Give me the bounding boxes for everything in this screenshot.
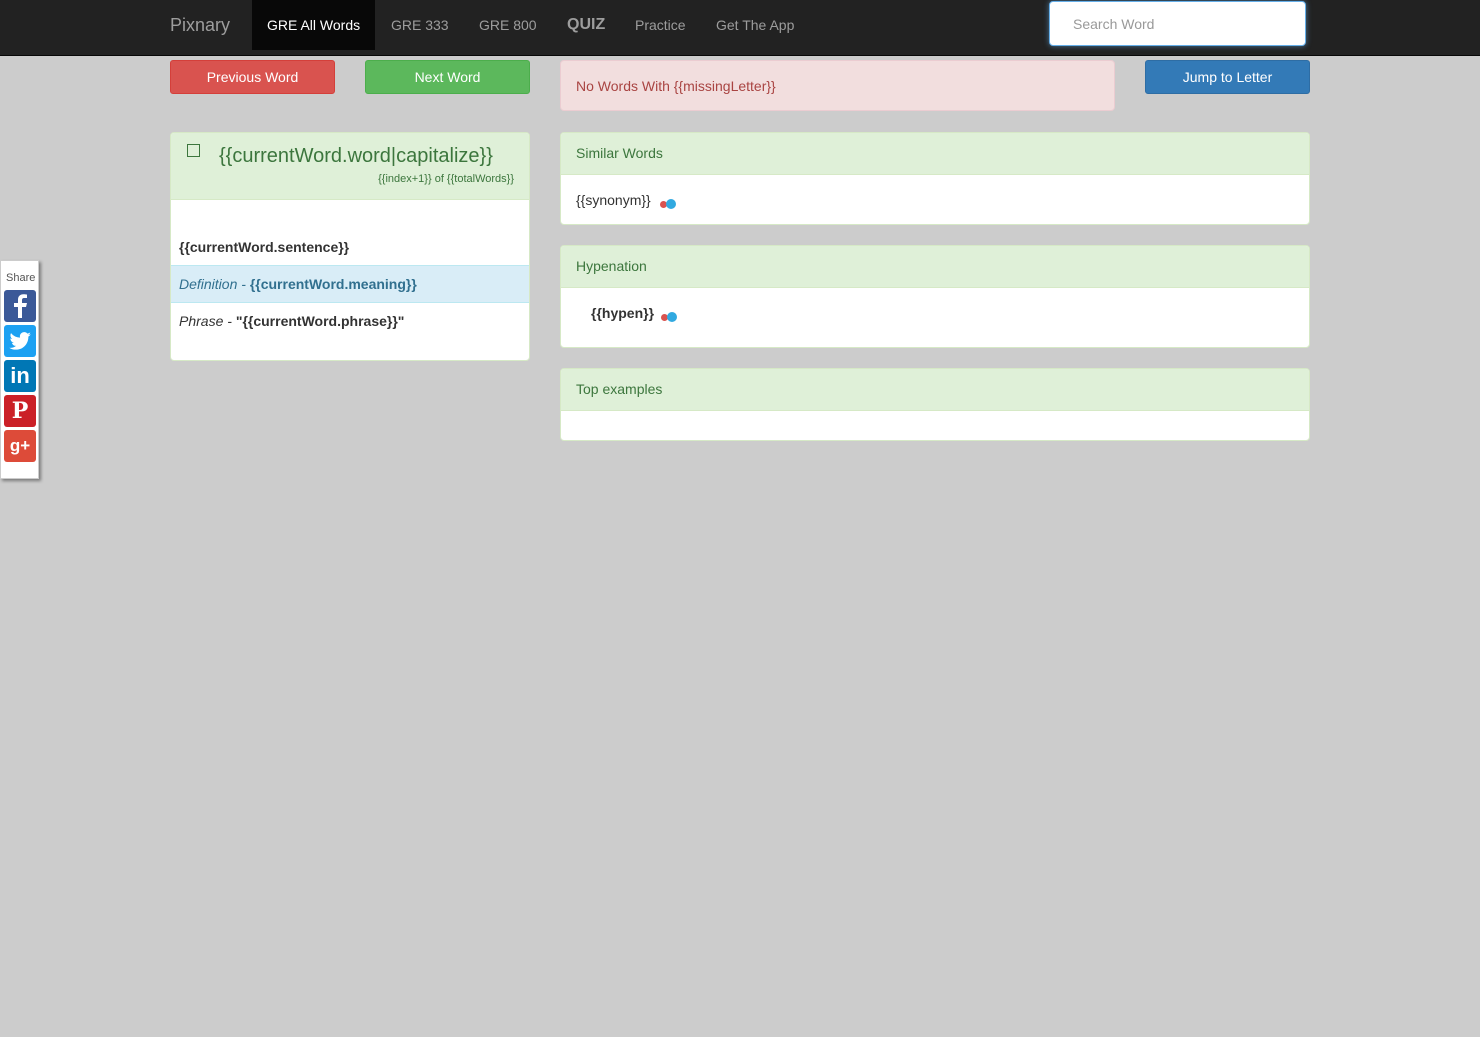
top-examples-body [561,411,1309,441]
word-counter: {{index+1}} of {{totalWords}} [378,173,514,185]
hypen-item: {{hypen}} [591,305,655,321]
nav-practice[interactable]: Practice [620,0,701,50]
linkedin-icon[interactable]: in [4,360,36,392]
hypen-audio-icon[interactable] [661,308,677,324]
word-card-header: {{currentWord.word|capitalize}} {{index+… [171,133,529,200]
nav-gre-all-words[interactable]: GRE All Words [252,0,376,50]
pronounce-icon[interactable] [660,195,676,211]
next-word-button[interactable]: Next Word [365,60,530,94]
share-sidebar: Share in P g+ [0,260,39,479]
facebook-icon[interactable] [4,290,36,322]
previous-word-button[interactable]: Previous Word [170,60,335,94]
definition-value: {{currentWord.meaning}} [249,276,417,292]
jump-to-letter-button[interactable]: Jump to Letter [1145,60,1310,94]
phrase-label: Phrase - [179,313,232,329]
synonym-item[interactable]: {{synonym}} [576,192,651,208]
nav-gre-333[interactable]: GRE 333 [376,0,464,50]
google-plus-icon[interactable]: g+ [4,430,36,462]
definition-label: Definition - [179,276,246,292]
share-label: Share [6,272,36,284]
top-examples-panel: Top examples [560,368,1310,441]
hypenation-panel: Hypenation {{hypen}} [560,245,1310,348]
phrase-row: Phrase - "{{currentWord.phrase}}" [179,313,404,329]
search-input[interactable] [1049,1,1306,46]
definition-row: Definition - {{currentWord.meaning}} [171,265,529,303]
nav-get-the-app[interactable]: Get The App [701,0,809,50]
twitter-icon[interactable] [4,325,36,357]
phrase-value: "{{currentWord.phrase}}" [235,313,405,329]
missing-letter-alert: No Words With {{missingLetter}} [560,60,1115,111]
blue-dot-icon [666,199,676,210]
similar-words-panel: Similar Words {{synonym}} [560,132,1310,225]
hypenation-heading: Hypenation [561,246,1309,288]
top-examples-heading: Top examples [561,369,1309,411]
blue-dot-icon [667,312,677,323]
top-navbar: Pixnary GRE All Words GRE 333 GRE 800 QU… [0,0,1480,56]
word-title: {{currentWord.word|capitalize}} [219,145,493,167]
brand-link[interactable]: Pixnary [170,0,230,50]
word-card: {{currentWord.word|capitalize}} {{index+… [170,132,530,361]
nav-quiz[interactable]: QUIZ [552,0,620,50]
nav-gre-800[interactable]: GRE 800 [464,0,552,50]
similar-words-heading: Similar Words [561,133,1309,175]
word-sentence: {{currentWord.sentence}} [179,239,350,255]
pinterest-icon[interactable]: P [4,395,36,427]
word-checkbox[interactable] [187,144,200,157]
